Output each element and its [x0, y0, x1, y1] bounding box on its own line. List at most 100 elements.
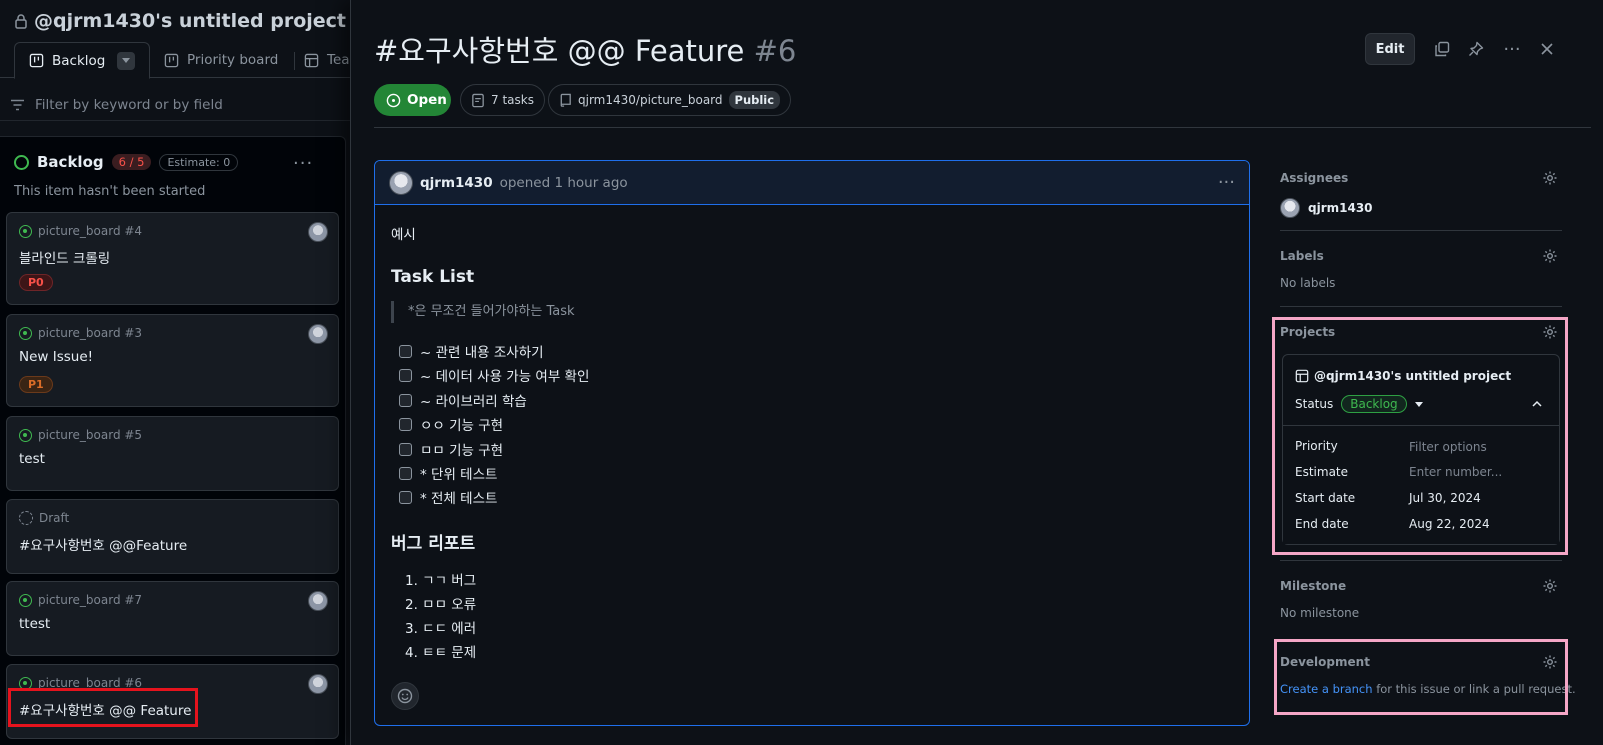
tab-team-label: Tea: [327, 52, 350, 68]
card-title[interactable]: test: [19, 451, 45, 467]
task-label: * 전체 테스트: [420, 491, 498, 507]
filter-icon: [11, 99, 24, 110]
board-card[interactable]: picture_board #4 블라인드 크롤링 P0: [6, 212, 339, 305]
task-item[interactable]: ~ 데이터 사용 가능 여부 확인: [399, 365, 589, 385]
task-item[interactable]: ㅁㅁ 기능 구현: [399, 439, 503, 459]
assignee-name: qjrm1430: [1308, 201, 1373, 215]
task-label: ㅇㅇ 기능 구현: [420, 418, 504, 434]
divider: [1280, 230, 1562, 231]
avatar: [308, 674, 328, 694]
task-item[interactable]: ㅇㅇ 기능 구현: [399, 414, 503, 434]
task-checkbox[interactable]: [399, 417, 412, 431]
task-checkbox[interactable]: [399, 490, 412, 504]
card-title[interactable]: 블라인드 크롤링: [19, 247, 110, 267]
task-item[interactable]: ~ 라이브러리 학습: [399, 390, 527, 410]
milestone-title: Milestone: [1280, 579, 1347, 593]
comment-more-icon[interactable]: ···: [1218, 172, 1235, 193]
priority-label[interactable]: P1: [19, 376, 53, 393]
lock-icon: [15, 14, 27, 29]
board-card[interactable]: Draft #요구사항번호 @@Feature: [6, 499, 339, 574]
gear-icon[interactable]: [1542, 170, 1558, 186]
issue-open-icon: [19, 224, 32, 238]
board-card[interactable]: picture_board #7 ttest: [6, 581, 339, 656]
labels-section: Labels No labels: [1280, 248, 1562, 298]
task-label: ~ 관련 내용 조사하기: [420, 345, 544, 361]
issue-number: #6: [753, 34, 797, 68]
card-repo: picture_board #4: [38, 224, 143, 238]
task-label: ~ 데이터 사용 가능 여부 확인: [420, 369, 590, 385]
divider: [374, 127, 1591, 128]
comment-intro: 예시: [391, 227, 416, 243]
column-more-icon[interactable]: ···: [293, 153, 313, 174]
gear-icon[interactable]: [1542, 578, 1558, 594]
card-title[interactable]: New Issue!: [19, 349, 93, 365]
comment-author[interactable]: qjrm1430: [420, 175, 493, 191]
milestone-section: Milestone No milestone: [1280, 578, 1562, 628]
filter-bar[interactable]: Filter by keyword or by field: [0, 89, 357, 121]
blockquote: *은 무조건 들어가야하는 Task: [391, 301, 575, 323]
task-checkbox[interactable]: [399, 368, 412, 382]
list-item: 1. ㄱㄱ 버그: [405, 573, 477, 589]
card-meta: picture_board #7: [19, 593, 142, 607]
add-reaction-button[interactable]: [391, 682, 419, 710]
draft-icon: [19, 511, 33, 525]
backlog-column: Backlog 6 / 5 Estimate: 0 ··· This item …: [0, 136, 346, 745]
tab-team[interactable]: Tea: [304, 42, 350, 78]
visibility-badge: Public: [728, 91, 781, 109]
gear-icon[interactable]: [1542, 248, 1558, 264]
avatar[interactable]: [389, 170, 413, 195]
edit-button[interactable]: Edit: [1365, 33, 1415, 65]
more-options-icon[interactable]: ···: [1503, 39, 1521, 60]
highlight-box: [8, 688, 198, 727]
tab-backlog[interactable]: Backlog: [14, 42, 150, 79]
task-checkbox[interactable]: [399, 393, 412, 407]
comment-time[interactable]: opened 1 hour ago: [500, 175, 628, 191]
status-circle-icon: [14, 154, 29, 170]
task-item[interactable]: ~ 관련 내용 조사하기: [399, 341, 544, 361]
task-label: ㅁㅁ 기능 구현: [420, 443, 504, 459]
task-label: ~ 라이브러리 학습: [420, 394, 527, 410]
tab-priority-board[interactable]: Priority board: [164, 42, 278, 78]
pin-icon[interactable]: [1467, 40, 1485, 58]
assignee[interactable]: qjrm1430: [1280, 198, 1373, 218]
task-checkbox[interactable]: [399, 442, 412, 456]
labels-title: Labels: [1280, 249, 1324, 263]
table-icon: [304, 53, 319, 67]
tab-divider: [294, 52, 295, 70]
filter-input[interactable]: Filter by keyword or by field: [35, 97, 223, 113]
labels-value: No labels: [1280, 276, 1336, 290]
tab-menu-button[interactable]: [117, 51, 136, 70]
repo-pill[interactable]: qjrm1430/picture_board Public: [548, 84, 792, 116]
chevron-down-icon: [122, 58, 131, 63]
issue-open-icon: [386, 93, 401, 107]
tab-priority-board-label: Priority board: [187, 52, 279, 68]
column-description: This item hasn't been started: [14, 184, 206, 199]
card-meta: picture_board #4: [19, 224, 142, 238]
avatar: [1280, 198, 1300, 218]
list-item: 2. ㅁㅁ 오류: [405, 597, 477, 613]
issue-title-text: #요구사항번호 @@ Feature: [374, 34, 745, 68]
list-item: 3. ㄷㄷ 에러: [405, 621, 477, 637]
priority-label[interactable]: P0: [19, 274, 53, 291]
board-card[interactable]: picture_board #3 New Issue! P1: [6, 314, 339, 407]
tasks-pill[interactable]: 7 tasks: [460, 84, 545, 116]
copy-icon[interactable]: [1433, 40, 1451, 58]
repo-icon: [560, 93, 571, 107]
close-icon[interactable]: [1538, 40, 1556, 58]
divider: [1280, 560, 1562, 561]
board-card[interactable]: picture_board #5 test: [6, 416, 339, 491]
avatar: [308, 591, 328, 611]
task-checkbox[interactable]: [399, 466, 412, 480]
task-item[interactable]: * 단위 테스트: [399, 463, 497, 483]
project-title[interactable]: @qjrm1430's untitled project: [14, 8, 346, 34]
repo-name: qjrm1430/picture_board: [578, 93, 723, 107]
task-item[interactable]: * 전체 테스트: [399, 487, 497, 507]
card-repo: picture_board #7: [38, 593, 143, 607]
task-label: * 단위 테스트: [420, 467, 498, 483]
issue-state-label: Open: [407, 92, 447, 108]
card-title[interactable]: ttest: [19, 616, 50, 632]
task-checkbox[interactable]: [399, 344, 412, 358]
list-item: 4. ㅌㅌ 문제: [405, 645, 477, 661]
column-header: Backlog 6 / 5 Estimate: 0: [14, 153, 239, 171]
card-title[interactable]: #요구사항번호 @@Feature: [19, 534, 187, 554]
